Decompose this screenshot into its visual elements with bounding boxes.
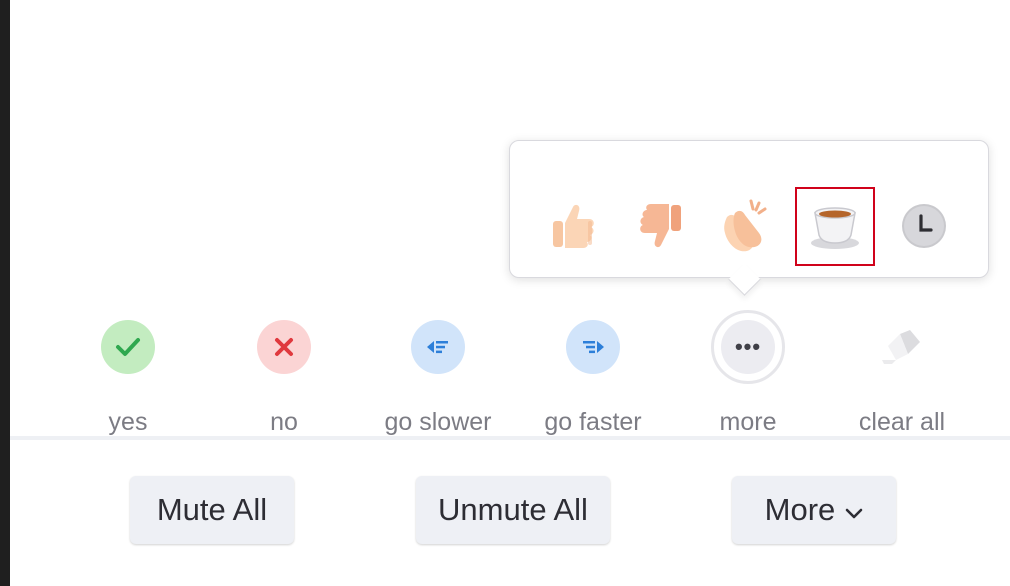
unmute-all-label: Unmute All bbox=[438, 492, 588, 527]
mute-all-button[interactable]: Mute All bbox=[130, 476, 294, 544]
no-label: no bbox=[270, 408, 298, 436]
rewind-icon[interactable] bbox=[411, 320, 465, 374]
unmute-all-button[interactable]: Unmute All bbox=[416, 476, 610, 544]
chevron-down-icon bbox=[845, 492, 863, 528]
feedback-go-slower[interactable]: go slower bbox=[368, 320, 508, 437]
feedback-more[interactable]: ••• more bbox=[678, 310, 818, 437]
more-dropdown-label: More bbox=[764, 492, 836, 527]
clock-icon[interactable] bbox=[894, 196, 954, 256]
participants-panel: yes no go slower go faster ••• more clea… bbox=[0, 0, 1010, 586]
feedback-yes[interactable]: yes bbox=[58, 320, 198, 437]
yes-label: yes bbox=[108, 408, 148, 436]
feedback-go-faster[interactable]: go faster bbox=[523, 320, 663, 437]
section-divider bbox=[10, 436, 1010, 440]
fast-forward-icon[interactable] bbox=[566, 320, 620, 374]
thumbs-up-icon[interactable] bbox=[542, 196, 602, 256]
thumbs-down-icon[interactable] bbox=[630, 196, 690, 256]
selected-reaction-highlight bbox=[795, 187, 875, 266]
go-slower-label: go slower bbox=[384, 408, 492, 436]
window-edge bbox=[0, 0, 10, 586]
clear-all-label: clear all bbox=[858, 408, 946, 436]
clapping-hands-icon[interactable] bbox=[716, 196, 776, 256]
more-button-ring[interactable]: ••• bbox=[711, 310, 785, 384]
more-label: more bbox=[719, 408, 777, 436]
mute-all-label: Mute All bbox=[156, 492, 268, 527]
check-icon[interactable] bbox=[101, 320, 155, 374]
more-dots-icon[interactable]: ••• bbox=[721, 320, 775, 374]
feedback-clear-all[interactable]: clear all bbox=[832, 320, 972, 437]
more-dropdown-button[interactable]: More bbox=[732, 476, 896, 544]
eraser-icon[interactable] bbox=[875, 320, 929, 374]
cross-icon[interactable] bbox=[257, 320, 311, 374]
go-faster-label: go faster bbox=[544, 408, 642, 436]
feedback-no[interactable]: no bbox=[214, 320, 354, 437]
